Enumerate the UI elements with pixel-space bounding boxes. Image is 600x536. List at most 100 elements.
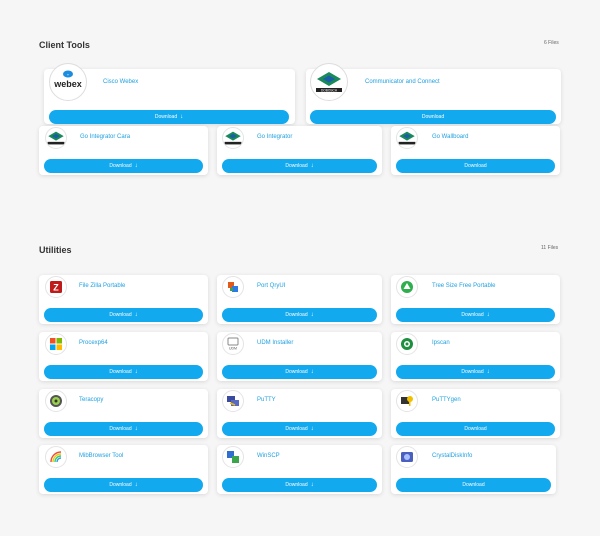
card-teracopy: Teracopy Download ↓ bbox=[39, 389, 208, 438]
udm-icon: UDM bbox=[222, 333, 244, 355]
portqry-icon bbox=[222, 276, 244, 298]
card-putty: PuTTY Download ↓ bbox=[217, 389, 382, 438]
svg-text:UDM: UDM bbox=[229, 347, 237, 351]
client-tools-title: Client Tools bbox=[39, 40, 90, 50]
download-button[interactable]: Download ↓ bbox=[44, 308, 203, 322]
download-button[interactable]: Download ↓ bbox=[44, 159, 203, 173]
card-communicator-and-connect: DOBOSCH Communicator and Connect Downloa… bbox=[306, 63, 561, 124]
card-name[interactable]: MibBrowser Tool bbox=[79, 453, 123, 459]
client-tools-file-count: 6 Files bbox=[544, 40, 559, 46]
card-name[interactable]: Teracopy bbox=[79, 397, 103, 403]
arrow-down-icon: ↓ bbox=[486, 369, 490, 375]
download-label: Download bbox=[109, 163, 132, 169]
download-label: Download bbox=[109, 482, 132, 488]
card-name[interactable]: Cisco Webex bbox=[103, 79, 138, 85]
svg-text:Z: Z bbox=[53, 283, 59, 293]
dobosch-icon: DOBOSCH bbox=[310, 63, 348, 101]
card-name[interactable]: CrystalDiskInfo bbox=[432, 453, 472, 459]
download-button[interactable]: Download ↓ bbox=[222, 308, 377, 322]
procexp-icon bbox=[45, 333, 67, 355]
download-label: Download bbox=[109, 369, 132, 375]
arrow-down-icon: ↓ bbox=[134, 482, 138, 488]
download-button[interactable]: Download ↓ bbox=[222, 159, 377, 173]
arrow-down-icon: ↓ bbox=[180, 114, 184, 120]
card-file-zilla-portable: Z File Zilla Portable Download ↓ bbox=[39, 275, 208, 324]
arrow-down-icon: ↓ bbox=[486, 312, 490, 318]
utilities-title: Utilities bbox=[39, 245, 72, 255]
mibbrowser-icon bbox=[45, 446, 67, 468]
card-go-integrator-cara: Go Integrator Cara Download ↓ bbox=[39, 126, 208, 175]
arrow-down-icon: ↓ bbox=[310, 369, 314, 375]
utilities-file-count: 11 Files bbox=[541, 245, 559, 251]
card-name[interactable]: File Zilla Portable bbox=[79, 283, 125, 289]
card-port-qryui: Port QryUI Download ↓ bbox=[217, 275, 382, 324]
putty-icon bbox=[222, 390, 244, 412]
card-name[interactable]: PuTTY bbox=[257, 397, 276, 403]
download-button[interactable]: Download bbox=[310, 110, 556, 124]
svg-text:DOBOSCH: DOBOSCH bbox=[321, 88, 338, 92]
card-name[interactable]: UDM Installer bbox=[257, 340, 293, 346]
card-ipscan: Ipscan Download ↓ bbox=[391, 332, 560, 381]
arrow-down-icon: ↓ bbox=[134, 312, 138, 318]
download-button[interactable]: Download ↓ bbox=[44, 478, 203, 492]
download-button[interactable]: Download bbox=[396, 478, 551, 492]
card-crystaldiskinfo: CrystalDiskInfo Download bbox=[391, 445, 556, 494]
download-button[interactable]: Download ↓ bbox=[396, 365, 555, 379]
download-label: Download bbox=[285, 482, 308, 488]
download-button[interactable]: Download ↓ bbox=[44, 422, 203, 436]
download-button[interactable]: Download bbox=[396, 422, 555, 436]
arrow-down-icon: ↓ bbox=[310, 426, 314, 432]
card-name[interactable]: PuTTYgen bbox=[432, 397, 461, 403]
card-cisco-webex: ⌁ webex Cisco Webex Download ↓ bbox=[44, 63, 295, 124]
card-name[interactable]: WinSCP bbox=[257, 453, 280, 459]
download-label: Download bbox=[421, 114, 445, 120]
arrow-down-icon: ↓ bbox=[134, 163, 138, 169]
card-go-integrator: Go Integrator Download ↓ bbox=[217, 126, 382, 175]
teracopy-icon bbox=[45, 390, 67, 412]
download-button[interactable]: Download bbox=[396, 159, 555, 173]
card-name[interactable]: Go Wallboard bbox=[432, 134, 468, 140]
download-label: Download bbox=[464, 426, 487, 432]
download-label: Download bbox=[285, 312, 308, 318]
dobosch-icon bbox=[222, 127, 244, 149]
download-label: Download bbox=[462, 482, 485, 488]
card-name[interactable]: Go Integrator bbox=[257, 134, 292, 140]
card-procexp64: Procexp64 Download ↓ bbox=[39, 332, 208, 381]
winscp-icon bbox=[222, 446, 244, 468]
download-label: Download bbox=[461, 369, 484, 375]
download-label: Download bbox=[109, 312, 132, 318]
download-label: Download bbox=[461, 312, 484, 318]
download-button[interactable]: Download ↓ bbox=[222, 422, 377, 436]
puttygen-icon bbox=[396, 390, 418, 412]
card-name[interactable]: Port QryUI bbox=[257, 283, 285, 289]
download-label: Download bbox=[285, 163, 308, 169]
svg-text:webex: webex bbox=[53, 79, 82, 89]
crystaldiskinfo-icon bbox=[396, 446, 418, 468]
card-name[interactable]: Go Integrator Cara bbox=[80, 134, 130, 140]
card-puttygen: PuTTYgen Download bbox=[391, 389, 560, 438]
card-winscp: WinSCP Download ↓ bbox=[217, 445, 382, 494]
download-button[interactable]: Download ↓ bbox=[44, 365, 203, 379]
card-name[interactable]: Procexp64 bbox=[79, 340, 108, 346]
card-udm-installer: UDM UDM Installer Download ↓ bbox=[217, 332, 382, 381]
download-button[interactable]: Download ↓ bbox=[396, 308, 555, 322]
card-tree-size-free-portable: Tree Size Free Portable Download ↓ bbox=[391, 275, 560, 324]
download-button[interactable]: Download ↓ bbox=[49, 110, 289, 124]
dobosch-icon bbox=[45, 127, 67, 149]
dobosch-icon bbox=[396, 127, 418, 149]
arrow-down-icon: ↓ bbox=[310, 312, 314, 318]
arrow-down-icon: ↓ bbox=[134, 369, 138, 375]
download-label: Download bbox=[154, 114, 178, 120]
arrow-down-icon: ↓ bbox=[310, 482, 314, 488]
download-button[interactable]: Download ↓ bbox=[222, 365, 377, 379]
card-go-wallboard: Go Wallboard Download bbox=[391, 126, 560, 175]
download-label: Download bbox=[285, 426, 308, 432]
treesize-icon bbox=[396, 276, 418, 298]
card-name[interactable]: Tree Size Free Portable bbox=[432, 283, 495, 289]
download-button[interactable]: Download ↓ bbox=[222, 478, 377, 492]
arrow-down-icon: ↓ bbox=[134, 426, 138, 432]
card-name[interactable]: Communicator and Connect bbox=[365, 79, 440, 85]
download-label: Download bbox=[285, 369, 308, 375]
arrow-down-icon: ↓ bbox=[310, 163, 314, 169]
card-name[interactable]: Ipscan bbox=[432, 340, 450, 346]
